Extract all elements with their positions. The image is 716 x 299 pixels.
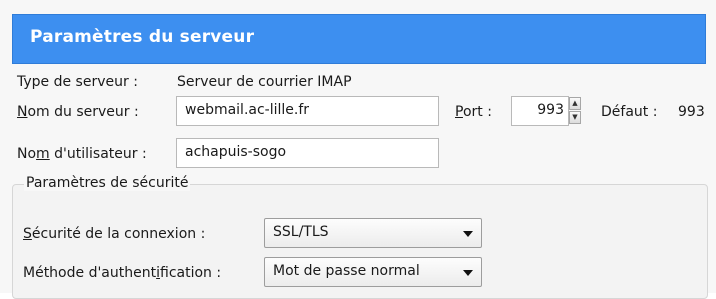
default-port-label: Défaut : [601,104,658,120]
auth-method-dropdown[interactable]: Mot de passe normal [264,257,482,287]
section-title: Paramètres du serveur [30,27,255,47]
port-stepper[interactable]: 993 ▲ ▼ [511,96,583,126]
connection-security-label: Sécurité de la connexion : [23,226,206,242]
server-name-field[interactable]: webmail.ac-lille.fr [176,96,439,126]
spin-down-icon[interactable]: ▼ [569,111,581,124]
connection-security-dropdown[interactable]: SSL/TLS [264,218,482,248]
server-name-label: Nom du serveur : [17,104,139,120]
section-header: Paramètres du serveur [12,14,706,64]
server-settings-panel: Paramètres du serveur Type de serveur : … [0,0,716,299]
server-type-value: Serveur de courrier IMAP [177,74,352,90]
chevron-down-icon [463,231,473,237]
spin-up-icon[interactable]: ▲ [569,97,581,110]
connection-security-value: SSL/TLS [273,224,329,240]
auth-method-value: Mot de passe normal [273,263,420,279]
username-label: Nom d'utilisateur : [17,146,147,162]
security-group-title: Paramètres de sécurité [24,175,191,191]
port-stepper-buttons: ▲ ▼ [569,97,581,125]
chevron-down-icon [463,270,473,276]
server-type-label: Type de serveur : [17,74,138,90]
auth-method-label: Méthode d'authentification : [23,265,222,281]
port-label: Port : [455,104,492,120]
default-port-value: 993 [678,104,705,120]
username-field[interactable]: achapuis-sogo [176,138,439,168]
port-field[interactable]: 993 [511,96,569,126]
